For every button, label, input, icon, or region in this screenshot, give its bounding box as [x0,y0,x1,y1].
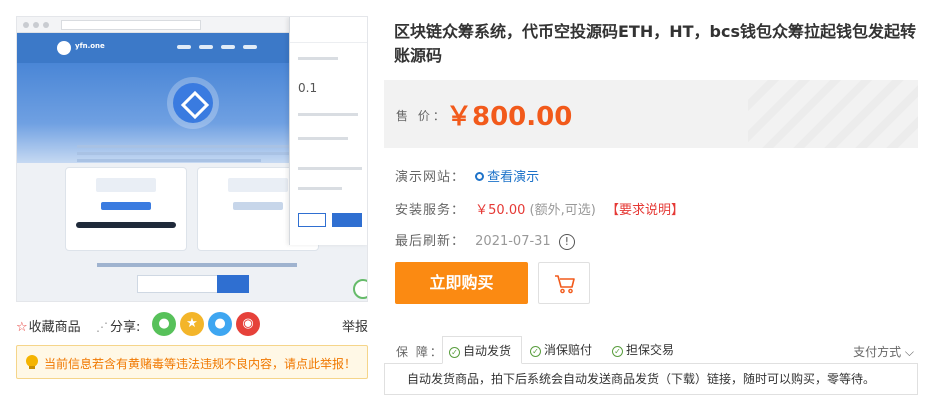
install-price: ￥50.00 [475,203,526,218]
install-note: (额外,可选) [529,203,596,218]
site-name: yfn.one [75,42,105,50]
site-logo-icon [57,41,71,55]
brand-emblem-icon [173,83,213,123]
qzone-icon[interactable]: ★ [180,312,204,336]
product-image[interactable]: yfn.one 0.1 [16,16,368,302]
progress-card [65,167,187,251]
hero-text-lines [77,145,307,166]
warning-text: 当前信息若含有黄赌毒等违法违规不良内容，请点此举报！ [44,357,357,371]
participate-button [217,275,249,293]
product-page: yfn.one 0.1 ☆收藏商品 ⋰ 分享: ● ★ ● ◉ 举报 当前信息若… [0,0,937,416]
demo-link-text: 查看演示 [487,170,540,185]
buy-now-button[interactable]: 立即购买 [395,262,528,304]
price-box-pattern [748,80,918,148]
wechat-icon[interactable]: ● [152,312,176,336]
demo-label: 演示网站： [395,170,466,185]
demo-link[interactable]: 查看演示 [469,170,539,185]
wallet-amount: 0.1 [298,81,318,95]
payment-label: 支付方式 [853,345,902,359]
wallet-popup: 0.1 [289,17,367,245]
tab-auto-delivery[interactable]: ✓ 自动发货 [442,336,522,364]
tab-label: 担保交易 [626,343,675,357]
tab-escrow[interactable]: ✓ 担保交易 [606,336,690,364]
install-label: 安装服务： [395,203,466,218]
favorite-label: 收藏商品 [28,320,81,335]
report-warning[interactable]: 当前信息若含有黄赌毒等违法违规不良内容，请点此举报！ [16,345,368,379]
tab-label: 自动发货 [463,344,512,358]
lightbulb-icon [26,355,38,369]
refresh-date: 2021-07-31 [475,234,551,249]
tab-consumer-protection[interactable]: ✓ 消保赔付 [524,336,608,364]
contract-address [97,263,297,267]
product-title: 区块链众筹系统，代币空投源码ETH，HT，bcs钱包众筹拉起钱包发起转账源码 [394,22,917,65]
install-row: 安装服务： ￥50.00 (额外,可选) 【要求说明】 [395,199,684,218]
badge-icon [353,279,367,299]
refresh-row: 最后刷新： 2021-07-31 ! [395,230,575,250]
favorite-button[interactable]: ☆收藏商品 [16,316,81,335]
guarantee-label: 保 障： [396,345,444,359]
share-icon: ⋰ [96,320,108,334]
price-box: 售 价： ￥800.00 [384,80,918,148]
add-to-cart-button[interactable] [538,262,590,304]
search-icon [475,172,485,181]
tab-label: 消保赔付 [544,343,593,357]
check-icon: ✓ [530,346,541,357]
price-label: 售 价： [396,109,448,123]
check-icon: ✓ [449,347,460,358]
share-label: ⋰ 分享: [96,316,140,335]
star-icon: ☆ [16,320,28,335]
price-value: ￥800.00 [446,102,573,132]
qq-icon[interactable]: ● [208,312,232,336]
share-text: 分享: [110,320,141,335]
guarantee-section: 保 障： ✓ 自动发货 ✓ 消保赔付 ✓ 担保交易 支付方式 ⌵ 自动发货商品，拍下后… [384,336,918,396]
refresh-label: 最后刷新： [395,234,466,249]
weibo-icon[interactable]: ◉ [236,312,260,336]
demo-row: 演示网站： 查看演示 [395,166,539,185]
action-bar: ☆收藏商品 ⋰ 分享: ● ★ ● ◉ 举报 [16,312,368,336]
info-icon[interactable]: ! [558,234,575,250]
url-bar [61,20,201,30]
report-link[interactable]: 举报 [342,316,368,335]
cart-icon [555,275,575,294]
guarantee-description: 自动发货商品，拍下后系统会自动发送商品发货（下载）链接，随时可以购买，零等待。 [384,363,918,395]
install-requirements-link[interactable]: 【要求说明】 [606,203,684,218]
payment-methods-dropdown[interactable]: 支付方式 ⌵ [853,343,914,360]
check-icon: ✓ [612,346,623,357]
chevron-down-icon: ⌵ [901,345,914,359]
